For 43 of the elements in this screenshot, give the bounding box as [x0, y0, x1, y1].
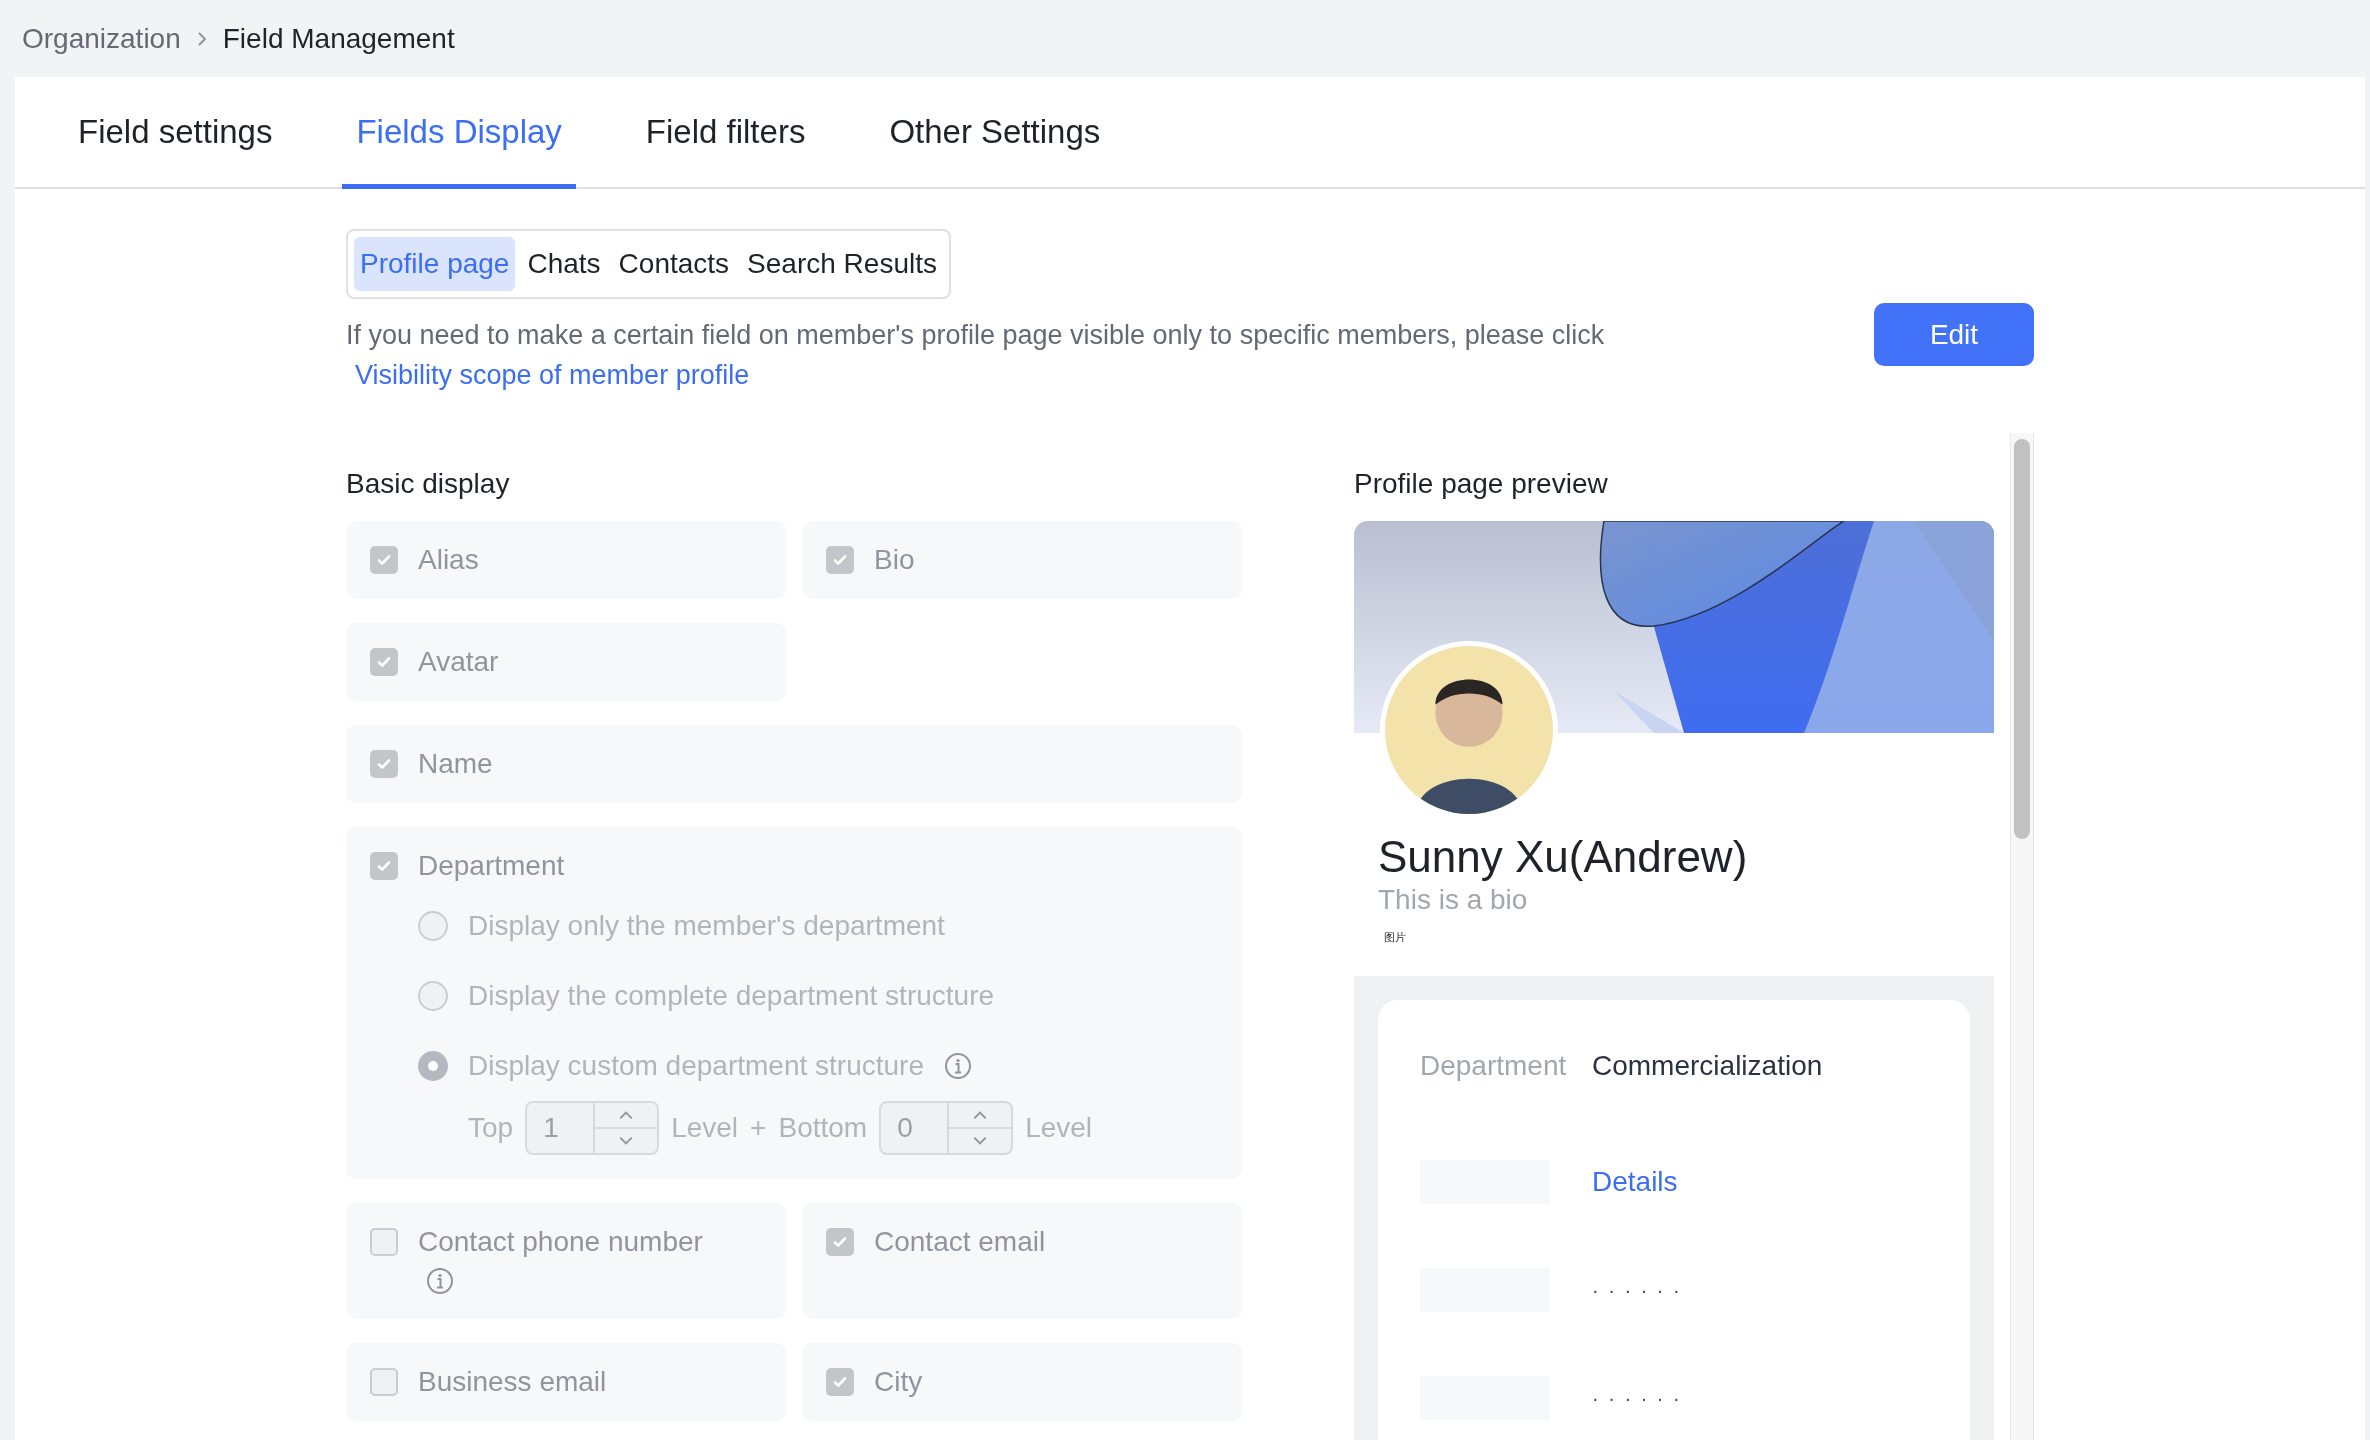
tab[interactable]: Field settings	[64, 79, 287, 189]
segment-tab[interactable]: Profile page	[354, 237, 516, 291]
section-title: Profile page preview	[1354, 467, 1609, 501]
tab[interactable]: Fields Display	[342, 79, 576, 189]
plus-sign: +	[750, 1111, 767, 1145]
masked-value: · · · · · ·	[1592, 1385, 1682, 1411]
field-label: Bio	[874, 545, 915, 575]
tab[interactable]: Other Settings	[875, 79, 1115, 189]
level-label: Level	[1025, 1111, 1093, 1145]
details-link[interactable]: Details	[1592, 1160, 1678, 1203]
edit-button[interactable]: Edit	[1874, 303, 2034, 366]
field-label: Name	[418, 749, 493, 779]
breadcrumb-item: Field Management	[222, 21, 455, 56]
field-label: Department	[418, 851, 565, 881]
field-label: Business email	[418, 1367, 607, 1397]
field-label: City	[874, 1367, 923, 1397]
notice-text: If you need to make a certain field on member's profile page visible only to specific members, please click	[346, 319, 1606, 352]
breadcrumb-item[interactable]: Organization	[22, 17, 181, 60]
number-value: 1	[542, 1111, 560, 1145]
section-title: Basic display	[346, 467, 511, 501]
detail-value: Commercialization	[1592, 1048, 1823, 1083]
level-label: Bottom	[778, 1111, 868, 1145]
field-label: Contact phone number	[418, 1227, 703, 1257]
segment-tab[interactable]: Search Results	[741, 237, 943, 291]
option-label: Display the complete department structure	[468, 979, 995, 1013]
scrollbar-thumb[interactable]	[2014, 439, 2030, 839]
option-label: Display only the member's department	[468, 909, 945, 943]
segment-tab[interactable]: Contacts	[612, 237, 736, 291]
tab[interactable]: Field filters	[631, 79, 820, 189]
visibility-scope-link[interactable]: Visibility scope of member profile	[346, 355, 750, 395]
detail-label: Department	[1420, 1049, 1567, 1081]
option-label: Display custom department structure	[468, 1049, 924, 1083]
number-value: 0	[896, 1111, 914, 1145]
field-label: Avatar	[418, 647, 499, 677]
field-label: Contact email	[874, 1227, 1046, 1257]
profile-name: Sunny Xu(Andrew)	[1377, 831, 1749, 883]
masked-value: · · · · · ·	[1592, 1277, 1682, 1303]
field-label: Alias	[418, 545, 479, 575]
level-label: Top	[468, 1111, 514, 1145]
segment-tab[interactable]: Chats	[521, 237, 607, 291]
level-label: Level	[671, 1111, 739, 1145]
profile-bio: This is a bio	[1377, 883, 1529, 917]
picture-caption: 图片	[1383, 930, 1407, 945]
